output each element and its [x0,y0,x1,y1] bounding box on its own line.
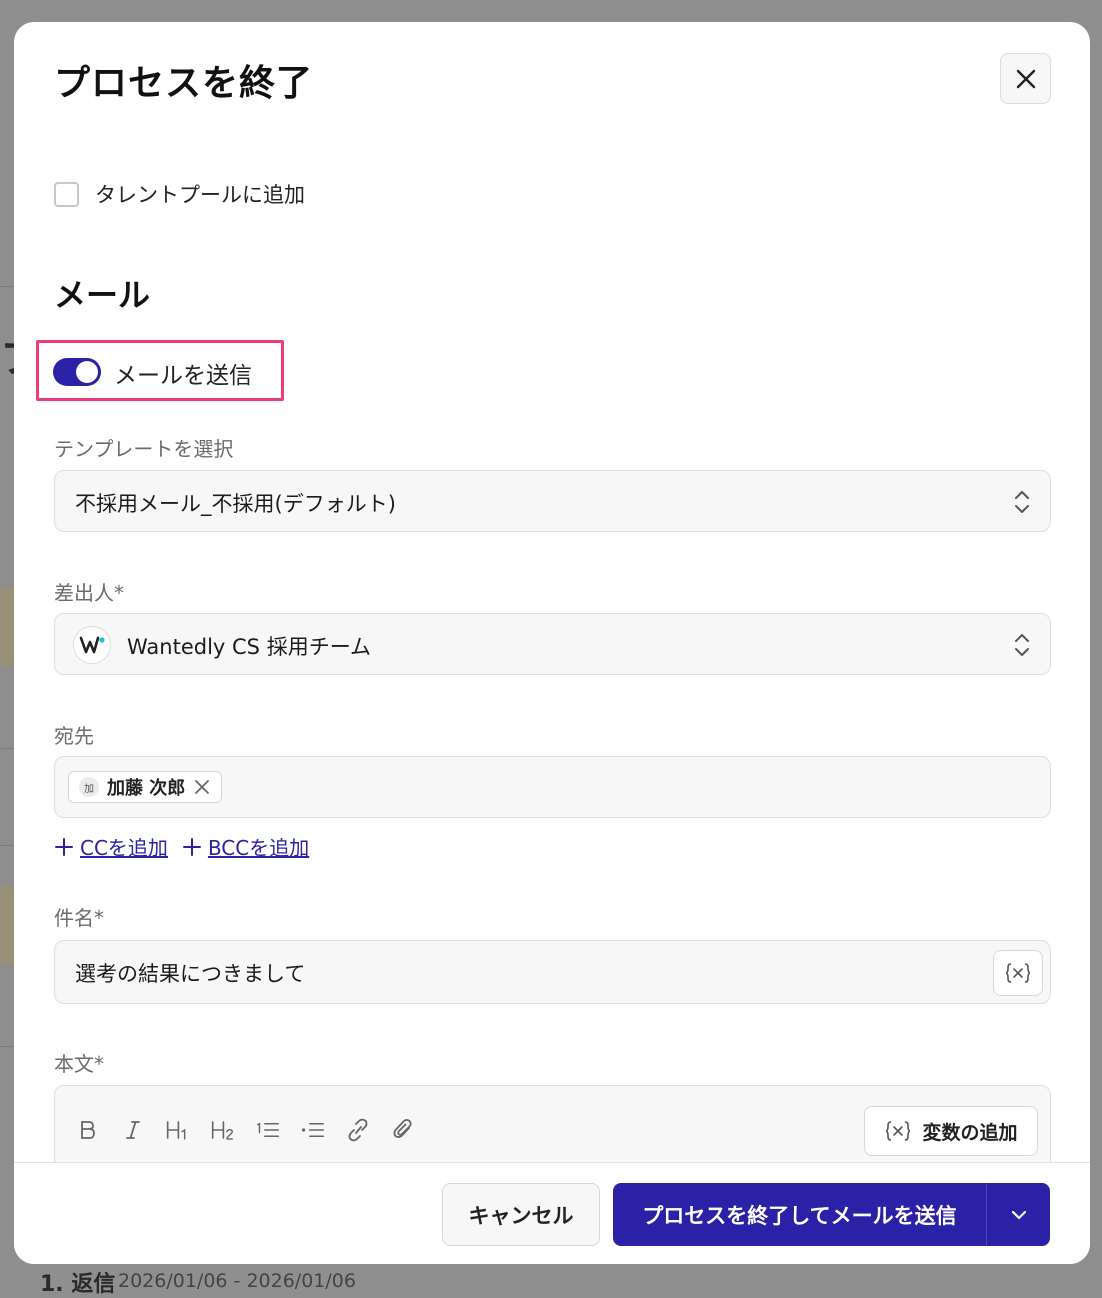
add-cc-link[interactable]: CCを追加 [54,832,168,861]
close-icon [1016,69,1035,88]
variable-icon [1005,963,1031,983]
ordered-list-icon[interactable] [255,1116,280,1144]
heading2-icon[interactable] [210,1116,235,1144]
italic-icon[interactable] [120,1116,145,1144]
bg-process-dates: 2026/01/06 - 2026/01/06 [118,1270,356,1292]
bg-divider [0,748,14,749]
bg-divider [0,845,14,846]
end-process-send-button[interactable]: プロセスを終了してメールを送信 [613,1183,986,1246]
send-options-dropdown[interactable] [987,1183,1050,1246]
updown-chevron-icon [1015,634,1029,656]
plus-icon [55,837,73,856]
cc-bcc-links: CCを追加 BCCを追加 [54,832,309,861]
bg-highlight-row [0,886,14,964]
plus-icon [182,837,201,856]
template-select[interactable]: 不採用メール_不採用(デフォルト) [54,470,1051,532]
subject-value: 選考の結果につきまして [75,962,306,986]
recipient-label: 宛先 [54,724,94,748]
end-process-send-button-group: プロセスを終了してメールを送信 [613,1183,1050,1246]
link-icon[interactable] [345,1116,370,1144]
recipient-field[interactable]: 加 加藤 次郎 [54,756,1051,818]
body-label: 本文* [54,1052,104,1076]
cancel-button[interactable]: キャンセル [442,1183,600,1246]
template-value: 不採用メール_不採用(デフォルト) [75,492,396,516]
wantedly-logo-icon [73,626,111,664]
variable-icon [886,1121,911,1141]
modal-title: プロセスを終了 [54,63,314,104]
subject-input[interactable]: 選考の結果につきまして [54,940,1051,1004]
editor-toolbar [75,1116,415,1144]
send-mail-label: メールを送信 [114,363,252,389]
toggle-knob [76,361,98,383]
recipient-chip: 加 加藤 次郎 [68,771,223,803]
avatar: 加 [79,777,99,797]
sender-select[interactable]: Wantedly CS 採用チーム [54,613,1051,675]
bg-divider [0,1046,14,1047]
sender-value: Wantedly CS 採用チーム [127,635,372,659]
remove-recipient-icon[interactable] [193,778,211,796]
add-bcc-link[interactable]: BCCを追加 [182,832,309,861]
end-process-modal: プロセスを終了 タレントプールに追加 メール メールを送信 テンプレートを選択 … [14,22,1090,1264]
bullet-list-icon[interactable] [300,1116,325,1144]
heading1-icon[interactable] [165,1116,190,1144]
mail-section-title: メール [54,276,151,314]
bg-process-row: 1. 返信 2026/01/06 - 2026/01/06 [0,1262,1102,1297]
bg-divider [0,286,14,287]
talent-pool-checkbox[interactable] [54,181,79,207]
attachment-icon[interactable] [390,1116,415,1144]
add-bcc-label: BCCを追加 [207,836,310,860]
add-variable-button[interactable]: 変数の追加 [864,1106,1038,1156]
bg-highlight-row [0,588,14,666]
modal-footer: キャンセル プロセスを終了してメールを送信 [14,1162,1090,1264]
add-cc-label: CCを追加 [80,836,168,860]
updown-chevron-icon [1015,491,1029,513]
bg-process-step: 1. 返信 [40,1272,116,1297]
sender-label: 差出人* [54,581,124,605]
add-variable-label: 変数の追加 [922,1121,1018,1144]
talent-pool-option[interactable]: タレントプールに追加 [54,179,305,209]
template-label: テンプレートを選択 [54,437,234,461]
close-button[interactable] [1000,53,1051,104]
insert-variable-button[interactable] [993,950,1043,996]
subject-label: 件名* [54,906,104,930]
send-mail-toggle[interactable] [53,358,101,386]
bold-icon[interactable] [75,1116,100,1144]
chevron-down-icon [1011,1210,1026,1219]
recipient-name: 加藤 次郎 [107,778,186,799]
talent-pool-label: タレントプールに追加 [95,183,305,207]
